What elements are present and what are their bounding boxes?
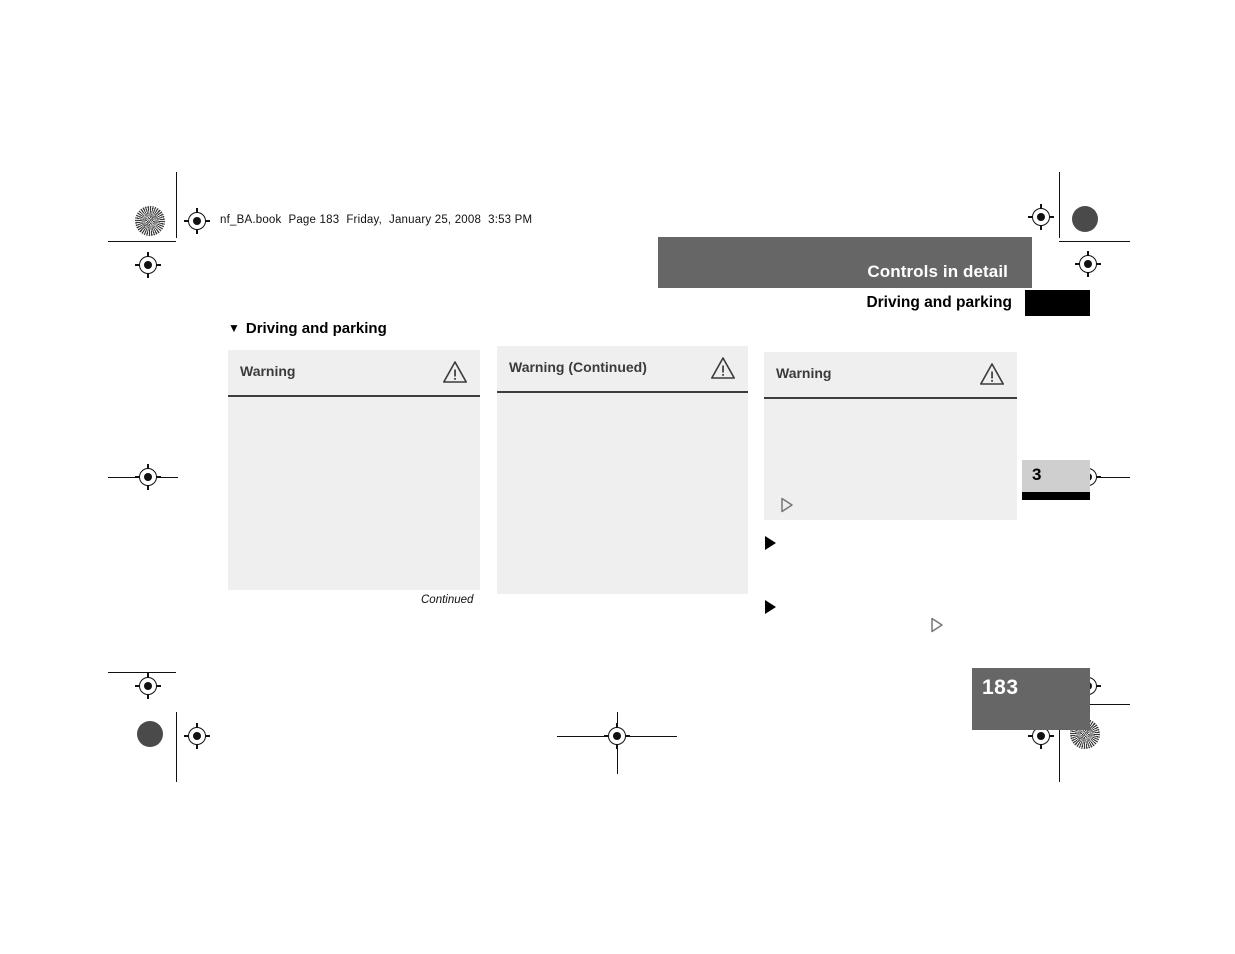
warning-box-1-title: Warning bbox=[240, 363, 296, 379]
warning-box-1: Warning bbox=[228, 350, 480, 590]
registration-mark-lower-left bbox=[135, 673, 161, 699]
file-stamp-filename: nf_BA.book bbox=[220, 214, 282, 226]
dot-registration-mark-top-right bbox=[1072, 206, 1098, 232]
registration-mark-top-right bbox=[1028, 204, 1054, 230]
warning-box-2-body bbox=[497, 393, 748, 594]
registration-mark-top-left bbox=[184, 208, 210, 234]
crop-line-left-vertical-bottom bbox=[176, 712, 178, 782]
warning-box-2-header: Warning (Continued) bbox=[497, 346, 748, 391]
header-black-bar bbox=[1025, 290, 1090, 316]
dot-registration-mark-bottom-left bbox=[137, 721, 163, 747]
registration-mark-mid-left bbox=[135, 464, 161, 490]
warning-box-1-header: Warning bbox=[228, 350, 480, 395]
warning-box-2: Warning (Continued) bbox=[497, 346, 748, 594]
chapter-tab-underbar bbox=[1022, 492, 1090, 500]
hollow-right-triangle-icon bbox=[780, 497, 794, 513]
hollow-right-triangle-icon-2 bbox=[930, 617, 944, 633]
warning-box-3-title: Warning bbox=[776, 365, 832, 381]
manual-page: nf_BA.book Page 183 Friday, January 25, 200… bbox=[0, 0, 1235, 954]
registration-mark-bottom-center bbox=[604, 723, 630, 749]
solid-right-triangle-icon-1 bbox=[765, 536, 776, 550]
chapter-tab-number: 3 bbox=[1032, 465, 1042, 484]
section-heading: ▼ Driving and parking bbox=[228, 320, 387, 337]
file-stamp-date: January 25, 2008 bbox=[389, 214, 482, 226]
file-stamp-time: 3:53 PM bbox=[488, 214, 533, 226]
warning-box-3-body bbox=[764, 399, 1017, 520]
warning-box-3: Warning bbox=[764, 352, 1017, 520]
registration-mark-bottom-left bbox=[184, 723, 210, 749]
prepress-file-stamp: nf_BA.book Page 183 Friday, January 25, 200… bbox=[220, 214, 539, 226]
warning-triangle-icon bbox=[442, 360, 468, 384]
registration-mark-upper-left bbox=[135, 252, 161, 278]
section-caret-icon: ▼ bbox=[228, 321, 240, 335]
section-heading-label: Driving and parking bbox=[245, 320, 387, 337]
running-header-subtitle: Driving and parking bbox=[866, 294, 1012, 311]
warning-box-1-body bbox=[228, 397, 480, 590]
warning-triangle-icon bbox=[979, 362, 1005, 386]
continued-note-column-1: Continued bbox=[421, 594, 474, 606]
running-header-title: Controls in detail bbox=[867, 262, 1008, 281]
folio-block: 183 bbox=[972, 668, 1090, 730]
file-stamp-page: Page 183 bbox=[288, 214, 340, 226]
warning-box-2-title: Warning (Continued) bbox=[509, 359, 647, 375]
crop-line-top-left-horizontal bbox=[108, 241, 176, 243]
crop-line-top-right-horizontal bbox=[1059, 241, 1130, 243]
star-registration-mark-top-left bbox=[135, 206, 165, 236]
running-header-band: Controls in detail bbox=[658, 237, 1032, 288]
crop-line-left-vertical-top bbox=[176, 172, 178, 238]
warning-triangle-icon bbox=[710, 356, 736, 380]
solid-right-triangle-icon-2 bbox=[765, 600, 776, 614]
warning-box-3-header: Warning bbox=[764, 352, 1017, 397]
chapter-thumb-tab: 3 bbox=[1022, 460, 1090, 500]
registration-mark-upper-right bbox=[1075, 251, 1101, 277]
crop-line-right-vertical-top bbox=[1059, 172, 1061, 238]
page-number: 183 bbox=[982, 676, 1019, 699]
file-stamp-weekday: Friday, bbox=[346, 214, 383, 226]
